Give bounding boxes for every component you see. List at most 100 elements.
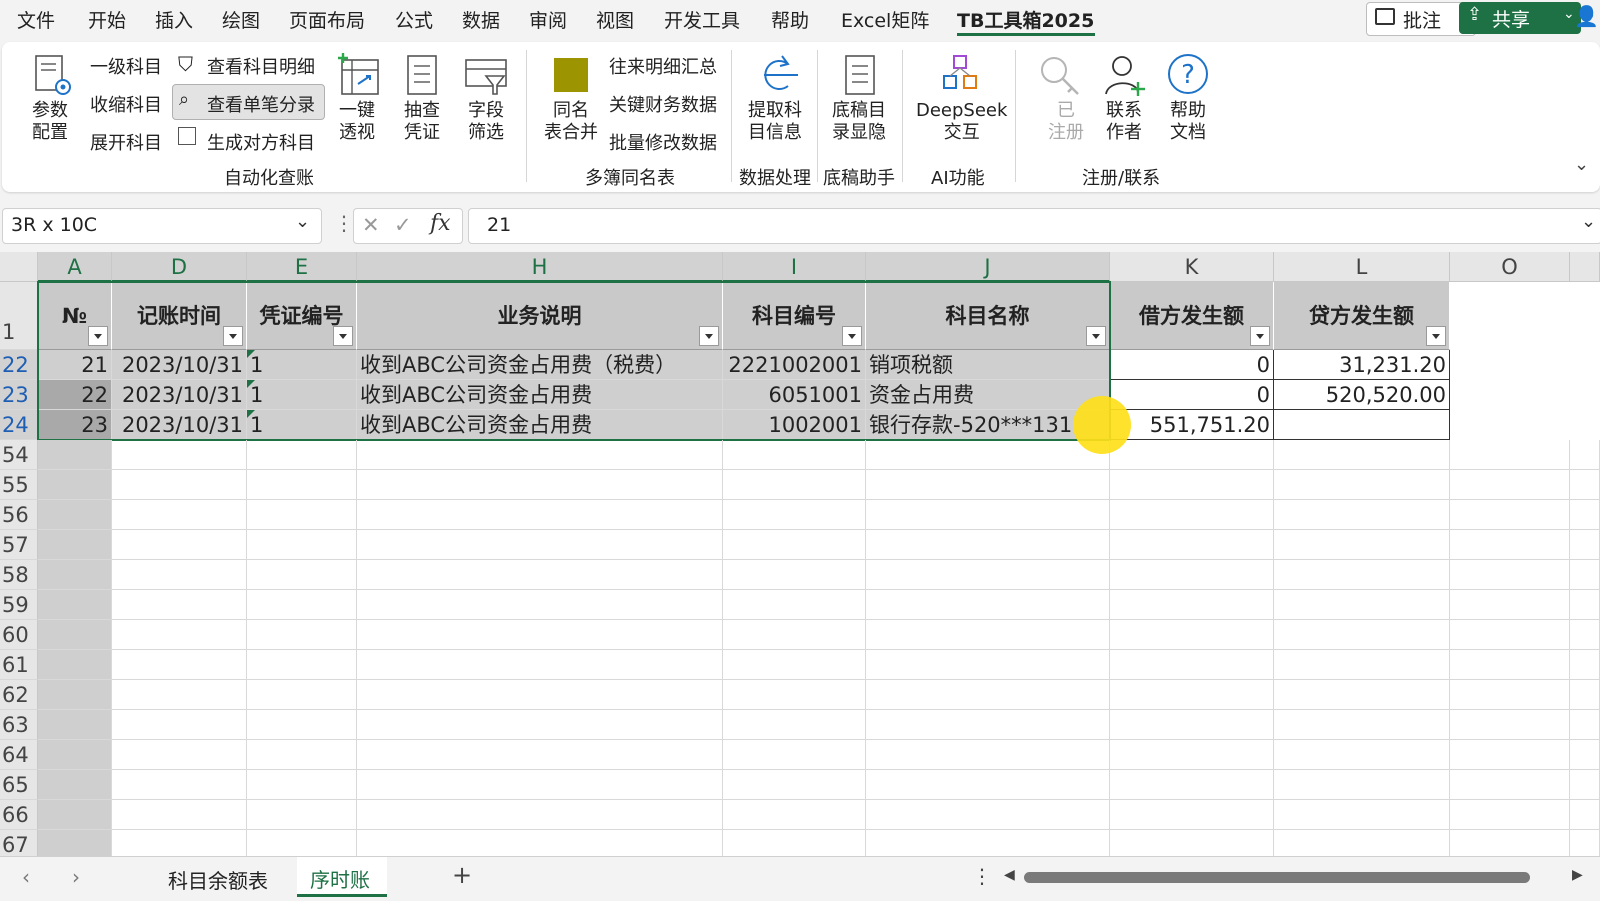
row-header[interactable]: 66 bbox=[0, 800, 38, 830]
empty-cell[interactable] bbox=[112, 740, 247, 770]
cell-description[interactable]: 收到ABC公司资金占用费 bbox=[357, 410, 723, 440]
empty-cell[interactable] bbox=[723, 830, 866, 856]
empty-cell[interactable] bbox=[357, 680, 723, 710]
more-icon[interactable]: ⋮ bbox=[972, 864, 992, 888]
empty-cell[interactable] bbox=[1110, 800, 1274, 830]
row-header[interactable]: 57 bbox=[0, 530, 38, 560]
empty-cell[interactable] bbox=[866, 650, 1110, 680]
empty-cell[interactable] bbox=[866, 770, 1110, 800]
more-icon[interactable]: ⋮ bbox=[334, 211, 354, 235]
empty-cell[interactable] bbox=[866, 560, 1110, 590]
cell-description[interactable]: 收到ABC公司资金占用费 bbox=[357, 380, 723, 410]
deepseek-interact-button[interactable]: DeepSeek 交互 bbox=[914, 50, 1007, 152]
view-single-entry-button[interactable]: ⌕ 查看单笔分录 bbox=[172, 84, 325, 120]
row-header[interactable]: 64 bbox=[0, 740, 38, 770]
empty-cell[interactable] bbox=[723, 620, 866, 650]
cell-debit[interactable]: 551,751.20 bbox=[1110, 410, 1274, 440]
cell-subject-code[interactable]: 6051001 bbox=[723, 380, 866, 410]
extract-subject-info-button[interactable]: 提取科 目信息 bbox=[746, 50, 810, 152]
cell-subject-name[interactable]: 销项税额 bbox=[866, 350, 1110, 380]
empty-cell[interactable] bbox=[866, 830, 1110, 856]
empty-cell[interactable] bbox=[247, 440, 357, 470]
empty-cell[interactable] bbox=[247, 530, 357, 560]
account-summary-button[interactable]: 往来明细汇总 bbox=[609, 53, 717, 79]
chevron-down-icon[interactable]: ⌄ bbox=[1581, 211, 1596, 232]
empty-cell[interactable] bbox=[1274, 680, 1450, 710]
empty-cell[interactable] bbox=[38, 440, 112, 470]
row-header[interactable]: 65 bbox=[0, 770, 38, 800]
empty-cell[interactable] bbox=[357, 620, 723, 650]
row-header[interactable]: 56 bbox=[0, 500, 38, 530]
row-header[interactable]: 54 bbox=[0, 440, 38, 470]
chevron-down-icon[interactable]: ⌄ bbox=[1574, 154, 1589, 175]
row-header[interactable]: 24 bbox=[0, 410, 38, 440]
empty-cell[interactable] bbox=[1570, 560, 1600, 590]
column-header[interactable]: D bbox=[112, 252, 247, 282]
row-header[interactable]: 60 bbox=[0, 620, 38, 650]
collapse-subject-button[interactable]: 收缩科目 bbox=[90, 91, 162, 117]
cell-debit[interactable]: 0 bbox=[1110, 350, 1274, 380]
horizontal-scrollbar[interactable] bbox=[1024, 872, 1530, 883]
empty-cell[interactable] bbox=[247, 590, 357, 620]
empty-cell[interactable] bbox=[866, 470, 1110, 500]
cell-date[interactable]: 2023/10/31 bbox=[112, 410, 247, 440]
filter-active-icon[interactable] bbox=[223, 326, 243, 346]
empty-cell[interactable] bbox=[1450, 770, 1570, 800]
header-cell-subject-name[interactable]: 科目名称 bbox=[866, 282, 1110, 350]
empty-cell[interactable] bbox=[1450, 560, 1570, 590]
add-sheet-button[interactable]: + bbox=[452, 861, 472, 889]
row-header[interactable]: 22 bbox=[0, 350, 38, 380]
cell-description[interactable]: 收到ABC公司资金占用费（税费） bbox=[357, 350, 723, 380]
cell-debit[interactable]: 0 bbox=[1110, 380, 1274, 410]
empty-cell[interactable] bbox=[1450, 620, 1570, 650]
empty-cell[interactable] bbox=[112, 710, 247, 740]
empty-cell[interactable] bbox=[38, 800, 112, 830]
batch-modify-button[interactable]: 批量修改数据 bbox=[609, 129, 717, 155]
empty-cell[interactable] bbox=[112, 440, 247, 470]
menu-tb-toolbox[interactable]: TB工具箱2025 bbox=[957, 6, 1094, 33]
empty-cell[interactable] bbox=[357, 830, 723, 856]
cell-no[interactable]: 21 bbox=[38, 350, 112, 380]
chevron-down-icon[interactable]: ⌄ bbox=[295, 211, 310, 232]
empty-cell[interactable] bbox=[1570, 620, 1600, 650]
empty-cell[interactable] bbox=[866, 590, 1110, 620]
help-docs-button[interactable]: ? 帮助 文档 bbox=[1164, 50, 1212, 152]
empty-cell[interactable] bbox=[1570, 440, 1600, 470]
empty-cell[interactable] bbox=[38, 680, 112, 710]
empty-cell[interactable] bbox=[38, 620, 112, 650]
empty-cell[interactable] bbox=[1570, 710, 1600, 740]
cell-date[interactable]: 2023/10/31 bbox=[112, 380, 247, 410]
empty-cell[interactable] bbox=[723, 470, 866, 500]
empty-cell[interactable] bbox=[1570, 650, 1600, 680]
check-icon[interactable]: ✓ bbox=[394, 213, 412, 237]
empty-cell[interactable] bbox=[1110, 770, 1274, 800]
filter-dropdown-icon[interactable] bbox=[1426, 326, 1446, 346]
row-header[interactable]: 1 bbox=[0, 282, 38, 350]
empty-cell[interactable] bbox=[1110, 530, 1274, 560]
empty-cell[interactable] bbox=[357, 770, 723, 800]
empty-cell[interactable] bbox=[1570, 470, 1600, 500]
empty-cell[interactable] bbox=[1274, 530, 1450, 560]
empty-cell[interactable] bbox=[1110, 590, 1274, 620]
empty-cell[interactable] bbox=[866, 500, 1110, 530]
cell-subject-code[interactable]: 1002001 bbox=[723, 410, 866, 440]
empty-cell[interactable] bbox=[357, 650, 723, 680]
account-icon[interactable]: 👤 bbox=[1574, 4, 1599, 28]
empty-cell[interactable] bbox=[866, 800, 1110, 830]
empty-cell[interactable] bbox=[1450, 500, 1570, 530]
spreadsheet-grid[interactable]: A D E H I J K L O 1 № 记账时间 凭证编号 业务说明 科目编… bbox=[0, 252, 1600, 856]
formula-input[interactable]: 21 ⌄ bbox=[468, 208, 1600, 244]
header-cell-voucher[interactable]: 凭证编号 bbox=[247, 282, 357, 350]
empty-cell[interactable] bbox=[38, 740, 112, 770]
cell-credit[interactable]: 520,520.00 bbox=[1274, 380, 1450, 410]
empty-cell[interactable] bbox=[247, 770, 357, 800]
sheet-tab-journal[interactable]: 序时账 bbox=[297, 857, 387, 897]
empty-cell[interactable] bbox=[1450, 710, 1570, 740]
empty-cell[interactable] bbox=[38, 560, 112, 590]
empty-cell[interactable] bbox=[1570, 500, 1600, 530]
scroll-right-icon[interactable]: ▶ bbox=[1572, 867, 1583, 883]
empty-cell[interactable] bbox=[723, 770, 866, 800]
empty-cell[interactable] bbox=[1570, 800, 1600, 830]
filter-active-icon[interactable] bbox=[333, 326, 353, 346]
field-filter-button[interactable]: 字段 筛选 bbox=[462, 50, 512, 152]
